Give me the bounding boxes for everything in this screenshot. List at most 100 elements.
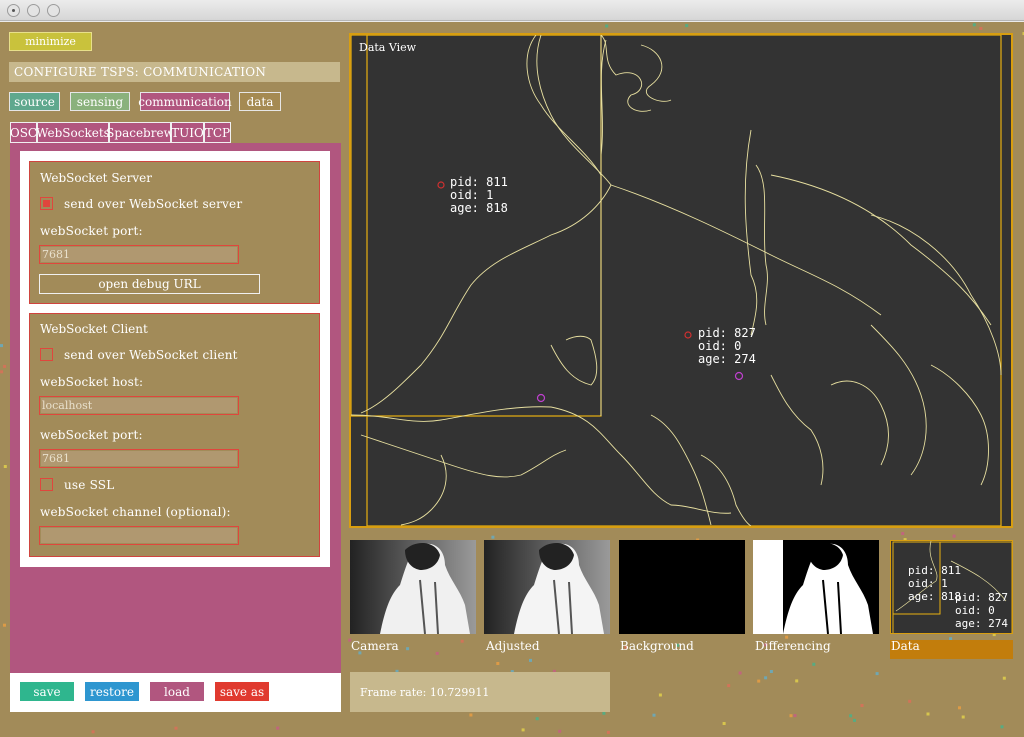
client-channel-label: webSocket channel (optional): <box>40 505 231 519</box>
confetti-dot <box>496 662 500 665</box>
confetti-dot <box>406 647 410 651</box>
confetti-dot <box>764 676 768 680</box>
mini-person-label-811: pid: 811 oid: 1 age: 818 <box>908 564 961 603</box>
subtab-tcp[interactable]: TCP <box>204 122 231 143</box>
confetti-dot <box>789 714 793 718</box>
confetti-dot <box>658 693 662 697</box>
confetti-dot <box>738 671 742 675</box>
tab-source[interactable]: source <box>9 92 60 111</box>
client-send-label: send over WebSocket client <box>64 348 238 362</box>
confetti-dot <box>901 532 905 535</box>
client-host-input[interactable]: localhost <box>39 396 239 415</box>
confetti-dot <box>174 726 178 730</box>
confetti-dot <box>3 623 6 627</box>
confetti-dot <box>529 658 532 662</box>
window-zoom-button[interactable] <box>47 4 60 17</box>
confetti-dot <box>727 684 731 688</box>
confetti-dot <box>860 704 864 707</box>
ssl-checkbox[interactable] <box>40 478 53 491</box>
open-debug-url-button[interactable]: open debug URL <box>39 274 260 294</box>
confetti-dot <box>3 364 7 368</box>
window-titlebar <box>0 0 1024 21</box>
app-canvas: minimize CONFIGURE TSPS: COMMUNICATION s… <box>0 22 1024 737</box>
tab-data[interactable]: data <box>239 92 281 111</box>
restore-button[interactable]: restore <box>85 682 139 701</box>
confetti-dot <box>979 27 983 30</box>
camera-label: Camera <box>351 639 399 653</box>
frame-rate-status: Frame rate: 10.729911 <box>350 672 610 712</box>
data-thumbnail[interactable]: pid: 811 oid: 1 age: 818 pid: 827 oid: 0… <box>890 540 1013 634</box>
mini-pid-811: pid: 811 <box>908 564 961 577</box>
save-button[interactable]: save <box>20 682 74 701</box>
person-age-827: age: 274 <box>698 352 756 366</box>
confetti-dot <box>558 729 562 733</box>
confetti-dot <box>952 534 956 538</box>
client-send-checkbox[interactable] <box>40 348 53 361</box>
tab-communication[interactable]: communication <box>138 92 232 111</box>
differencing-thumbnail[interactable] <box>753 540 879 634</box>
background-thumbnail[interactable] <box>619 540 745 634</box>
save-as-button[interactable]: save as <box>215 682 269 701</box>
server-title: WebSocket Server <box>40 171 152 185</box>
subtab-osc[interactable]: OSC <box>10 122 37 143</box>
differencing-image <box>753 540 879 634</box>
mini-oid-811: oid: 1 <box>908 577 948 590</box>
mini-pid-827: pid: 827 <box>955 591 1008 604</box>
data-view: Data View pid: 811 oid: 1 age: 818 pid: … <box>349 33 1013 528</box>
confetti-dot <box>0 344 3 348</box>
confetti-dot <box>602 711 606 715</box>
confetti-dot <box>793 714 797 718</box>
confetti-dot <box>469 713 473 717</box>
confetti-dot <box>460 639 464 643</box>
confetti-dot <box>1000 725 1004 729</box>
confetti-dot <box>875 672 879 676</box>
config-title: CONFIGURE TSPS: COMMUNICATION <box>9 62 340 82</box>
data-label: Data <box>891 639 920 653</box>
confetti-dot <box>91 730 95 734</box>
subtab-websockets[interactable]: WebSockets <box>36 122 110 143</box>
confetti-dot <box>685 24 689 28</box>
mini-person-label-827: pid: 827 oid: 0 age: 274 <box>955 591 1008 630</box>
adjusted-image <box>484 540 610 634</box>
server-send-label: send over WebSocket server <box>64 197 243 211</box>
mini-oid-827: oid: 0 <box>955 604 995 617</box>
minimize-button[interactable]: minimize <box>9 32 92 51</box>
subtab-spacebrew[interactable]: Spacebrew <box>106 122 174 143</box>
background-label: Background <box>620 639 694 653</box>
confetti-dot <box>961 715 965 719</box>
contour-drawing <box>351 35 1002 526</box>
confetti-dot <box>795 679 799 683</box>
confetti-dot <box>908 699 912 703</box>
tab-sensing[interactable]: sensing <box>70 92 130 111</box>
confetti-dot <box>958 706 961 710</box>
confetti-dot <box>849 714 853 718</box>
client-host-label: webSocket host: <box>40 375 144 389</box>
confetti-dot <box>972 23 976 27</box>
data-view-title: Data View <box>359 41 417 54</box>
person-age-811: age: 818 <box>450 201 508 215</box>
server-port-input[interactable]: 7681 <box>39 245 239 264</box>
window-minimize-button[interactable] <box>27 4 40 17</box>
confetti-dot <box>535 717 539 721</box>
confetti-dot <box>521 728 525 732</box>
load-button[interactable]: load <box>150 682 204 701</box>
person-label-827: pid: 827 oid: 0 age: 274 <box>698 327 756 366</box>
server-send-checkbox[interactable] <box>40 197 53 210</box>
client-port-label: webSocket port: <box>40 428 143 442</box>
subtab-tuio[interactable]: TUIO <box>171 122 204 143</box>
client-channel-input[interactable] <box>39 526 239 545</box>
adjusted-thumbnail[interactable] <box>484 540 610 634</box>
ssl-label: use SSL <box>64 478 115 492</box>
camera-thumbnail[interactable] <box>350 540 476 634</box>
confetti-dot <box>605 24 609 28</box>
client-title: WebSocket Client <box>40 322 148 336</box>
server-port-label: webSocket port: <box>40 224 143 238</box>
confetti-dot <box>757 679 761 683</box>
client-port-input[interactable]: 7681 <box>39 449 239 468</box>
confetti-dot <box>1002 676 1006 680</box>
confetti-dot <box>926 712 930 716</box>
window-close-button[interactable] <box>7 4 20 17</box>
confetti-dot <box>606 730 610 734</box>
confetti-dot <box>3 465 7 468</box>
confetti-dot <box>491 535 495 539</box>
